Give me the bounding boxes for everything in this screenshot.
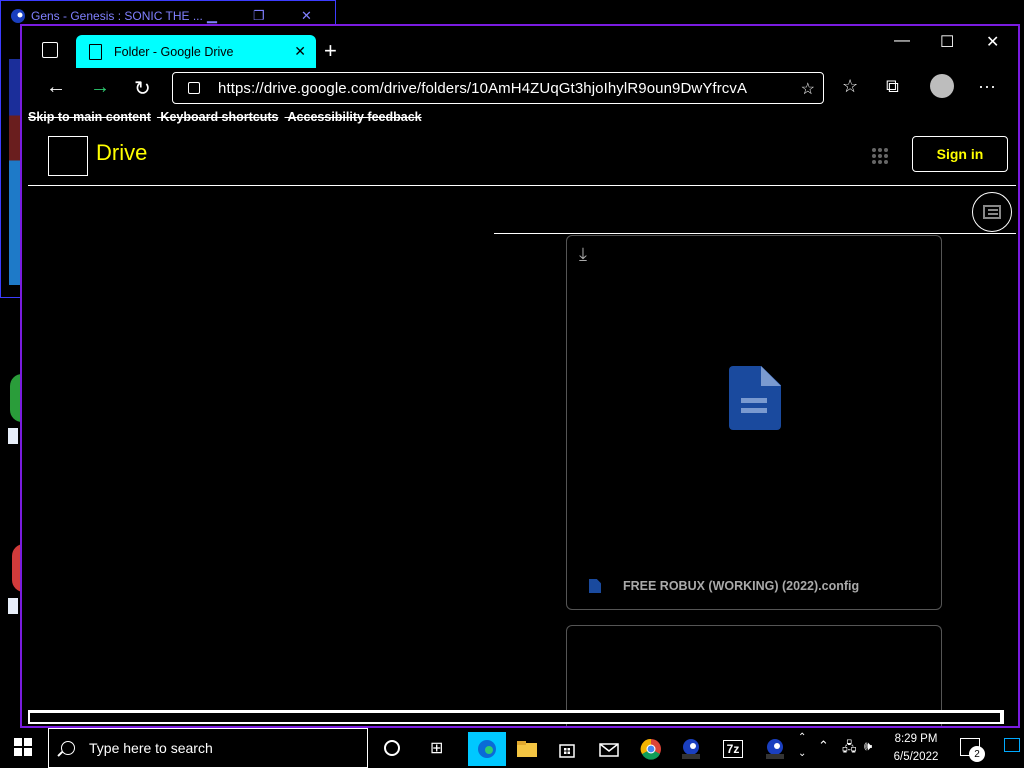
file-name[interactable]: FREE ROBUX (WORKING) (2022).config <box>623 579 859 593</box>
gens-app-icon[interactable] <box>756 732 794 766</box>
drive-logo-icon[interactable] <box>48 136 88 176</box>
drive-page: Skip to main content Keyboard shortcuts … <box>28 108 1016 726</box>
volume-icon[interactable]: 🕪 <box>864 738 872 754</box>
cortana-icon[interactable] <box>378 732 406 764</box>
store-icon[interactable] <box>548 732 586 766</box>
maximize-button[interactable]: ☐ <box>940 32 954 52</box>
drive-brand[interactable]: Drive <box>96 140 147 166</box>
keyboard-shortcuts-link[interactable]: Keyboard shortcuts <box>160 110 278 124</box>
collections-icon[interactable]: ⧉ <box>886 76 899 97</box>
notification-count-badge: 2 <box>969 746 985 762</box>
file-card[interactable]: ⤓ FREE ROBUX (WORKING) (2022).config <box>566 235 942 610</box>
new-tab-button[interactable]: + <box>324 38 337 64</box>
taskbar-search[interactable]: Type here to search <box>48 728 368 768</box>
divider <box>494 233 1016 234</box>
gens-close-button[interactable]: ✕ <box>301 8 312 24</box>
download-icon[interactable]: ⤓ <box>579 244 587 265</box>
add-favorite-icon[interactable]: ☆ <box>801 79 815 99</box>
list-view-icon[interactable] <box>972 192 1012 232</box>
show-desktop-button[interactable] <box>1004 738 1020 752</box>
gens-window-title: Gens - Genesis : SONIC THE ... <box>31 9 203 23</box>
task-view-icon[interactable]: ⊞ <box>430 738 443 758</box>
minimize-button[interactable]: — <box>894 32 910 50</box>
skip-links: Skip to main content Keyboard shortcuts … <box>28 110 498 126</box>
sonic-app-icon <box>11 9 25 23</box>
edge-taskbar-icon[interactable] <box>468 732 506 766</box>
page-icon <box>89 43 102 60</box>
drive-header: Drive Sign in <box>28 126 1016 186</box>
favorites-icon[interactable]: ☆ <box>842 76 858 97</box>
address-bar[interactable]: https://drive.google.com/drive/folders/1… <box>172 72 824 104</box>
close-button[interactable]: ✕ <box>986 32 999 52</box>
clock[interactable]: 8:29 PM 6/5/2022 <box>884 730 948 766</box>
refresh-icon[interactable]: ↻ <box>134 76 151 101</box>
tab-actions-icon[interactable] <box>42 42 58 58</box>
gens-app-icon[interactable] <box>672 732 710 766</box>
file-explorer-icon[interactable] <box>508 732 546 766</box>
browser-toolbar: ← → ↻ https://drive.google.com/drive/fol… <box>22 68 1018 108</box>
profile-avatar-icon[interactable] <box>930 74 954 98</box>
search-icon <box>61 741 75 755</box>
start-windows-icon[interactable] <box>14 738 32 756</box>
shortcut-arrow-icon <box>8 428 18 444</box>
taskbar-scroll-arrows-icon[interactable]: ⌃ ⌄ <box>798 730 806 762</box>
chrome-icon[interactable] <box>632 732 670 766</box>
scrollbar-track[interactable] <box>30 713 1000 722</box>
tab-title: Folder - Google Drive <box>114 44 234 59</box>
network-icon[interactable]: 🖧 <box>842 738 857 760</box>
clock-time: 8:29 PM <box>894 733 938 745</box>
accessibility-feedback-link[interactable]: Accessibility feedback <box>288 110 422 124</box>
7zip-icon[interactable]: 7z <box>714 732 752 766</box>
edge-browser-window: Folder - Google Drive ✕ + — ☐ ✕ ← → ↻ ht… <box>20 24 1020 728</box>
gens-minimize-button[interactable]: ▁ <box>207 8 217 24</box>
apps-grid-icon[interactable] <box>872 148 888 164</box>
url-text[interactable]: https://drive.google.com/drive/folders/1… <box>218 80 747 97</box>
tab-close-icon[interactable]: ✕ <box>294 43 306 60</box>
mail-icon[interactable] <box>590 732 628 766</box>
shortcut-arrow-icon <box>8 598 18 614</box>
document-icon <box>729 366 781 430</box>
gens-restore-button[interactable]: ❐ <box>253 8 265 24</box>
tab-bar: Folder - Google Drive ✕ + — ☐ ✕ <box>22 26 1018 68</box>
more-icon[interactable]: ··· <box>978 76 996 97</box>
document-type-icon <box>589 579 601 593</box>
search-placeholder: Type here to search <box>89 740 213 756</box>
lock-icon[interactable] <box>188 82 200 94</box>
hidden-icons-chevron-icon[interactable]: ⌃ <box>818 738 829 754</box>
forward-arrow-icon[interactable]: → <box>90 76 110 99</box>
taskbar: Type here to search ⊞ 7z ⌃ ⌄ ⌃ 🖧 🕪 8:29 P… <box>0 728 1024 768</box>
sign-in-button[interactable]: Sign in <box>912 136 1008 172</box>
skip-to-main-content-link[interactable]: Skip to main content <box>28 110 151 124</box>
clock-date: 6/5/2022 <box>893 751 939 763</box>
tab-folder-google-drive[interactable]: Folder - Google Drive ✕ <box>76 35 316 68</box>
back-arrow-icon[interactable]: ← <box>46 76 66 99</box>
